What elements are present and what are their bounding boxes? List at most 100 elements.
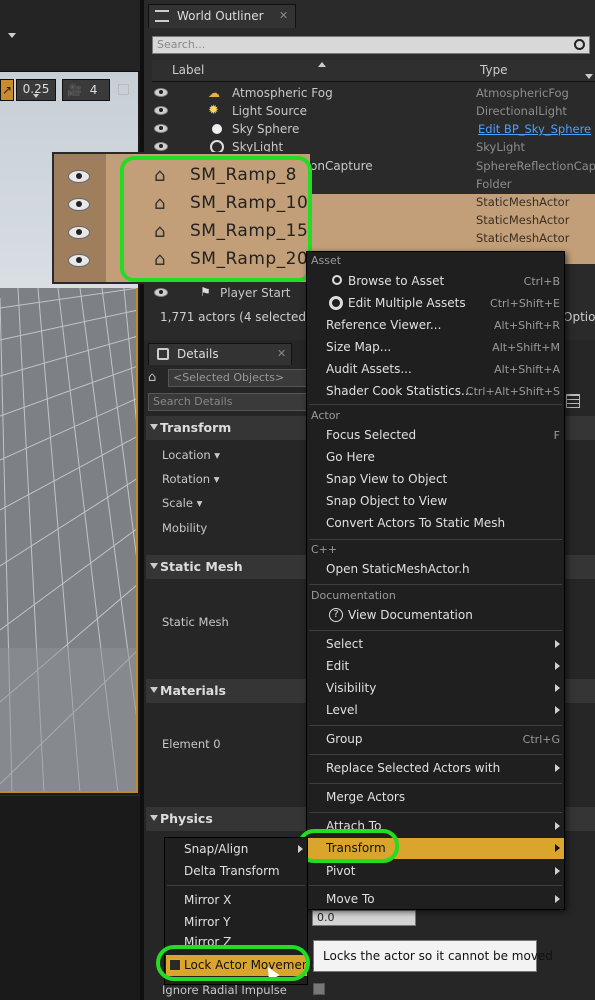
outliner-list-icon <box>155 10 169 22</box>
menu-item-size-map[interactable]: Size Map... Alt+Shift+M <box>307 337 564 357</box>
circle-icon <box>329 296 343 310</box>
prop-static-mesh: Static Mesh <box>162 615 229 629</box>
outliner-search-input[interactable]: Search... <box>152 36 590 54</box>
visibility-eye-icon[interactable] <box>68 226 90 239</box>
numeric-value-field[interactable]: 0.0 <box>312 910 416 926</box>
visibility-eye-icon[interactable] <box>154 88 168 97</box>
home-icon: ⌂ <box>148 370 157 385</box>
menu-item-level[interactable]: Level <box>307 700 564 720</box>
camera-speed-value: 4 <box>89 83 98 97</box>
outliner-row[interactable]: ☁ Atmospheric Fog AtmosphericFog <box>152 84 595 102</box>
menu-item-delta-transform[interactable]: Delta Transform <box>165 861 307 881</box>
column-type[interactable]: Type <box>480 63 508 77</box>
snap-arrow-icon[interactable]: ↗ <box>0 79 14 101</box>
close-icon[interactable]: ✕ <box>277 344 286 364</box>
menu-item-mirror-x[interactable]: Mirror X <box>165 890 307 910</box>
menu-item-snap-object-to-view[interactable]: Snap Object to View <box>307 491 564 511</box>
menu-item-mirror-y[interactable]: Mirror Y <box>165 912 307 932</box>
menu-item-shortcut: Alt+Shift+R <box>494 319 560 332</box>
visibility-eye-icon[interactable] <box>68 170 90 183</box>
grid-view-icon[interactable] <box>566 394 580 408</box>
actor-type: DirectionalLight <box>476 104 567 118</box>
visibility-eye-icon[interactable] <box>68 198 90 211</box>
menu-item-group[interactable]: Group Ctrl+G <box>307 729 564 749</box>
actor-type: StaticMeshActor <box>476 195 570 209</box>
outliner-row[interactable]: ⚑ Player Start <box>152 284 307 302</box>
menu-item-reference-viewer[interactable]: Reference Viewer... Alt+Shift+R <box>307 315 564 335</box>
menu-item-open-source[interactable]: Open StaticMeshActor.h <box>307 559 564 579</box>
visibility-eye-icon[interactable] <box>154 124 168 133</box>
menu-item-shader-cook-statistics[interactable]: Shader Cook Statistics... Ctrl+Alt+Shift… <box>307 381 564 401</box>
tooltip: Locks the actor so it cannot be moved <box>313 940 553 972</box>
menu-item-label: Browse to Asset <box>348 274 445 288</box>
edit-blueprint-link[interactable]: Edit BP_Sky_Sphere <box>478 120 595 138</box>
tab-details[interactable]: Details ✕ <box>148 343 292 365</box>
visibility-eye-icon[interactable] <box>154 142 168 151</box>
actor-label: Light Source <box>232 104 307 118</box>
actor-label: SM_Ramp_15 <box>190 221 309 241</box>
zoom-row[interactable]: ⌂ SM_Ramp_15 <box>154 220 310 246</box>
search-placeholder: Search... <box>157 38 206 51</box>
menu-item-view-documentation[interactable]: ? View Documentation <box>307 605 564 625</box>
column-label[interactable]: Label <box>172 63 204 77</box>
menu-item-browse-to-asset[interactable]: Browse to Asset Ctrl+B <box>307 271 564 291</box>
menu-item-snap-view-to-object[interactable]: Snap View to Object <box>307 469 564 489</box>
menu-item-mirror-z[interactable]: Mirror Z <box>165 934 307 948</box>
zoom-row[interactable]: ⌂ SM_Ramp_20 <box>154 248 310 274</box>
menu-item-label: Go Here <box>326 450 375 464</box>
dropdown-arrow-icon[interactable] <box>8 33 16 38</box>
lock-checkbox[interactable] <box>169 959 181 971</box>
view-options-button[interactable]: Option <box>563 310 595 324</box>
menu-item-go-here[interactable]: Go Here <box>307 447 564 467</box>
menu-separator <box>309 725 562 726</box>
menu-item-label: View Documentation <box>348 608 473 622</box>
selected-objects-field[interactable]: <Selected Objects> <box>168 369 308 387</box>
camera-icon: 🎥 <box>67 83 82 97</box>
menu-item-select[interactable]: Select <box>307 634 564 654</box>
menu-item-snap-align[interactable]: Snap/Align <box>165 839 307 859</box>
maximize-icon[interactable] <box>118 84 129 95</box>
menu-item-shortcut: Ctrl+G <box>522 733 560 746</box>
zoom-overlay: ⌂ SM_Ramp_8 ⌂ SM_Ramp_10 ⌂ SM_Ramp_15 ⌂ … <box>52 152 312 284</box>
zoom-row[interactable]: ⌂ SM_Ramp_8 <box>154 164 310 190</box>
level-viewport[interactable]: ↗ 0.25 🎥 4 <box>0 0 140 1000</box>
actor-context-menu: Asset Browse to Asset Ctrl+B Edit Multip… <box>306 251 565 910</box>
close-icon[interactable]: ✕ <box>279 5 288 27</box>
actor-label: onCapture <box>310 159 373 173</box>
outliner-row[interactable]: Sky Sphere Edit BP_Sky_Sphere <box>152 120 595 138</box>
details-search-input[interactable]: Search Details <box>148 393 308 411</box>
visibility-eye-icon[interactable] <box>154 106 168 115</box>
menu-separator <box>167 885 305 886</box>
details-icon <box>157 348 169 360</box>
actor-label: Atmospheric Fog <box>232 86 333 100</box>
sphere-icon <box>212 124 222 134</box>
menu-item-focus-selected[interactable]: Focus Selected F <box>307 425 564 445</box>
outliner-column-header: Label Type <box>152 60 595 82</box>
menu-item-visibility[interactable]: Visibility <box>307 678 564 698</box>
menu-item-audit-assets[interactable]: Audit Assets... Alt+Shift+A <box>307 359 564 379</box>
menu-item-pivot[interactable]: Pivot <box>307 861 564 881</box>
zoom-row[interactable]: ⌂ SM_Ramp_10 <box>154 192 310 218</box>
menu-item-move-to[interactable]: Move To <box>307 889 564 909</box>
menu-item-attach-to[interactable]: Attach To <box>307 816 564 836</box>
menu-item-edit[interactable]: Edit <box>307 656 564 676</box>
menu-separator <box>309 584 562 585</box>
menu-item-convert-to-static-mesh[interactable]: Convert Actors To Static Mesh <box>307 513 564 533</box>
snap-value-button[interactable]: 0.25 <box>16 79 56 101</box>
menu-item-edit-multiple-assets[interactable]: Edit Multiple Assets Ctrl+Shift+E <box>307 293 564 313</box>
menu-item-label: Shader Cook Statistics... <box>326 384 473 398</box>
ignore-radial-checkbox[interactable] <box>313 983 325 995</box>
column-menu-icon[interactable] <box>585 74 593 79</box>
sort-up-icon[interactable] <box>318 62 326 67</box>
camera-speed-button[interactable]: 🎥 4 <box>62 79 110 101</box>
actor-type: SphereReflectionCaptu <box>476 159 595 173</box>
visibility-eye-icon[interactable] <box>68 254 90 267</box>
menu-item-replace-selected-actors[interactable]: Replace Selected Actors with <box>307 758 564 778</box>
menu-item-merge-actors[interactable]: Merge Actors <box>307 787 564 807</box>
visibility-eye-icon[interactable] <box>154 288 168 297</box>
tab-world-outliner[interactable]: World Outliner ✕ <box>148 4 296 28</box>
menu-item-transform[interactable]: Transform <box>308 838 564 859</box>
outliner-row[interactable]: ✹ Light Source DirectionalLight <box>152 102 595 120</box>
menu-item-lock-actor-movement[interactable]: Lock Actor Movement <box>166 955 314 976</box>
menu-item-label: Mirror Y <box>184 915 231 929</box>
